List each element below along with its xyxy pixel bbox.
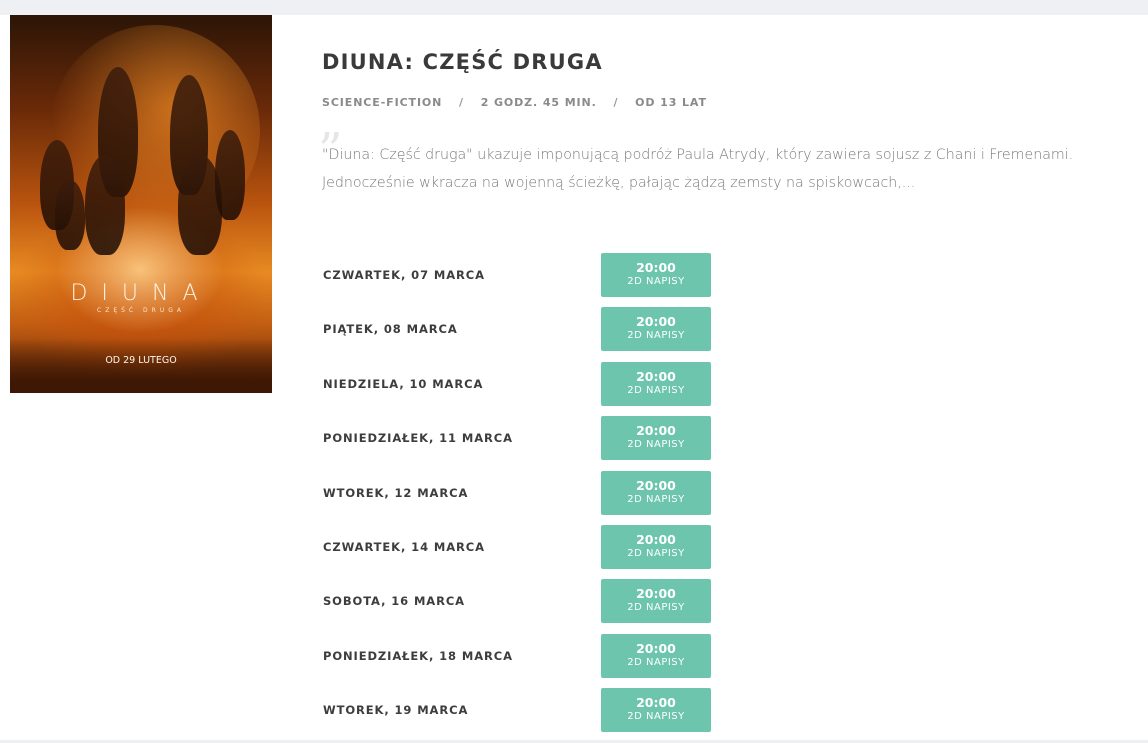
showtime-format: 2D NAPISY <box>627 439 685 451</box>
movie-duration: 2 GODZ. 45 MIN. <box>480 96 597 109</box>
showtime-time: 20:00 <box>636 695 676 711</box>
showtime-time: 20:00 <box>636 368 676 384</box>
movie-age-rating: OD 13 LAT <box>635 96 707 109</box>
movie-title: DIUNA: CZĘŚĆ DRUGA <box>322 50 603 74</box>
movie-poster[interactable]: DIUNA CZĘŚĆ DRUGA OD 29 LUTEGO <box>10 15 272 393</box>
showtime-button[interactable]: 20:00 2D NAPISY <box>601 579 711 624</box>
showtime-time: 20:00 <box>636 586 676 602</box>
showtime-button[interactable]: 20:00 2D NAPISY <box>601 470 711 515</box>
showing-day: CZWARTEK, 14 MARCA <box>323 539 485 554</box>
poster-figure <box>85 155 125 255</box>
showtime-time: 20:00 <box>636 260 676 275</box>
showtime-time: 20:00 <box>636 531 676 547</box>
showtime-button[interactable]: 20:00 2D NAPISY <box>601 524 711 569</box>
movie-description: "Diuna: Część druga" ukazuje imponującą … <box>322 147 1074 191</box>
showtime-time: 20:00 <box>636 423 676 439</box>
poster-figure <box>55 180 85 250</box>
showtime-time: 20:00 <box>636 314 676 330</box>
showtime-format: 2D NAPISY <box>627 384 685 396</box>
poster-title: DIUNA <box>70 281 212 306</box>
showing-day: WTOREK, 12 MARCA <box>323 485 469 500</box>
showing-day: PONIEDZIAŁEK, 11 MARCA <box>323 431 513 446</box>
poster-subtitle: CZĘŚĆ DRUGA <box>97 307 185 314</box>
showtime-time: 20:00 <box>636 640 676 656</box>
showing-day: WTOREK, 19 MARCA <box>323 703 469 718</box>
showtime-format: 2D NAPISY <box>627 711 685 723</box>
movie-meta: SCIENCE-FICTION / 2 GODZ. 45 MIN. / OD 1… <box>322 96 707 109</box>
showtime-time: 20:00 <box>636 477 676 493</box>
showing-day: SOBOTA, 16 MARCA <box>323 594 465 609</box>
showtime-button[interactable]: 20:00 2D NAPISY <box>601 307 711 352</box>
showtime-button[interactable]: 20:00 2D NAPISY <box>601 688 711 733</box>
movie-genre: SCIENCE-FICTION <box>322 96 443 109</box>
movie-card: DIUNA CZĘŚĆ DRUGA OD 29 LUTEGO DIUNA: CZ… <box>0 15 1148 740</box>
showtime-format: 2D NAPISY <box>627 547 685 559</box>
showing-day: NIEDZIELA, 10 MARCA <box>323 376 484 391</box>
showtime-button[interactable]: 20:00 2D NAPISY <box>601 361 711 406</box>
showing-day: PONIEDZIAŁEK, 18 MARCA <box>323 648 513 663</box>
showtime-button[interactable]: 20:00 2D NAPISY <box>601 253 711 297</box>
showtime-format: 2D NAPISY <box>627 330 685 342</box>
meta-separator: / <box>459 96 464 109</box>
showtime-format: 2D NAPISY <box>627 493 685 505</box>
poster-release-date: OD 29 LUTEGO <box>105 355 177 366</box>
showtime-format: 2D NAPISY <box>627 602 685 614</box>
showing-day: CZWARTEK, 07 MARCA <box>323 268 485 282</box>
showtime-button[interactable]: 20:00 2D NAPISY <box>601 633 711 678</box>
meta-separator: / <box>613 96 619 109</box>
showtime-button[interactable]: 20:00 2D NAPISY <box>601 416 711 461</box>
showtime-format: 2D NAPISY <box>627 276 685 287</box>
showing-day: PIĄTEK, 08 MARCA <box>323 322 458 337</box>
poster-figure <box>215 130 245 220</box>
showtime-format: 2D NAPISY <box>627 656 685 668</box>
